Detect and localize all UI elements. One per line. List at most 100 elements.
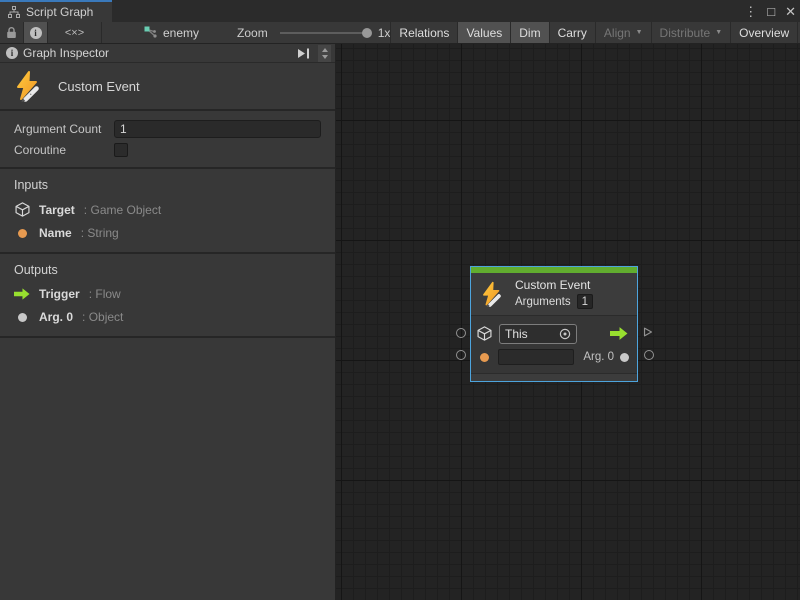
arguments-value: 1	[577, 294, 593, 309]
toolbar-left-group: i <×>	[0, 22, 102, 43]
port-name: Target	[39, 203, 75, 217]
zoom-label: Zoom	[237, 26, 268, 40]
coroutine-checkbox[interactable]	[114, 143, 128, 157]
align-button[interactable]: Align ▼	[595, 22, 651, 43]
node-title: Custom Event	[515, 278, 593, 292]
port-name: Name	[39, 226, 72, 240]
title-bar: Script Graph ⋮ □ ✕	[0, 0, 800, 22]
port-type: : Game Object	[84, 203, 161, 217]
hierarchy-icon	[8, 6, 20, 18]
tab-script-graph[interactable]: Script Graph	[0, 0, 112, 22]
argument-count-input[interactable]	[114, 120, 321, 138]
string-dot-icon[interactable]	[480, 353, 489, 362]
object-dot-icon	[14, 313, 30, 322]
arg0-label: Arg. 0	[583, 351, 614, 363]
info-icon: i	[30, 27, 42, 39]
colon: :	[84, 203, 87, 217]
lock-button[interactable]	[0, 22, 24, 43]
object-dot-icon[interactable]	[620, 353, 629, 362]
outputs-title: Outputs	[14, 263, 321, 277]
lock-icon	[6, 26, 17, 39]
graph-inspector-panel: i Graph Inspector	[0, 44, 336, 600]
coroutine-row: Coroutine	[14, 143, 321, 157]
colon: :	[89, 287, 92, 301]
chevron-down-icon: ▼	[715, 29, 722, 36]
inputs-title: Inputs	[14, 178, 321, 192]
port-name: Trigger	[39, 287, 80, 301]
port-row-name: Name : String	[14, 226, 321, 240]
node-arguments-row: Arguments 1	[515, 294, 593, 309]
zoom-value: 1x	[378, 26, 391, 40]
graph-breadcrumb[interactable]: enemy	[144, 26, 199, 40]
toolbar-middle: enemy Zoom 1x	[102, 22, 390, 43]
event-name-input[interactable]	[498, 349, 574, 365]
edit-code-button[interactable]: <×>	[48, 22, 102, 43]
align-label: Align	[604, 26, 631, 40]
relations-label: Relations	[399, 26, 449, 40]
relations-button[interactable]: Relations	[390, 22, 457, 43]
cube-icon	[14, 202, 30, 217]
outputs-section: Outputs Trigger : Flow Arg. 0 : Object	[0, 254, 335, 338]
scroll-up-icon[interactable]	[322, 48, 328, 52]
output-port-trigger[interactable]	[643, 327, 653, 337]
target-value: This	[505, 327, 555, 341]
unit-title: Custom Event	[58, 79, 140, 94]
custom-event-icon	[479, 280, 505, 308]
carry-button[interactable]: Carry	[549, 22, 595, 43]
inspector-header: i Graph Inspector	[0, 44, 335, 63]
zoom-slider-handle[interactable]	[362, 28, 372, 38]
scroll-stepper[interactable]	[318, 45, 331, 62]
port-row-arg0: Arg. 0 : Object	[14, 310, 321, 324]
flow-arrow-icon	[14, 288, 30, 300]
arguments-label: Arguments	[515, 296, 571, 308]
node-ports: This Arg. 0	[471, 315, 637, 373]
inspector-toggle-button[interactable]: i	[24, 22, 48, 43]
kebab-menu-icon[interactable]: ⋮	[744, 5, 757, 18]
maximize-icon[interactable]: □	[767, 5, 775, 18]
colon: :	[82, 310, 85, 324]
output-port-arg0[interactable]	[644, 350, 654, 360]
port-type: : String	[81, 226, 119, 240]
chevron-down-icon: ▼	[636, 29, 643, 36]
info-icon: i	[6, 47, 18, 59]
input-port-target[interactable]	[456, 328, 466, 338]
window-controls: ⋮ □ ✕	[744, 0, 796, 22]
graph-canvas[interactable]: Custom Event Arguments 1 This	[336, 44, 800, 600]
scroll-down-icon[interactable]	[322, 55, 328, 59]
custom-event-icon	[12, 70, 44, 102]
target-object-dropdown[interactable]: This	[499, 324, 577, 344]
toolbar-right-group: Relations Values Dim Carry Align ▼ Distr…	[390, 22, 800, 43]
values-button[interactable]: Values	[457, 22, 510, 43]
custom-event-node[interactable]: Custom Event Arguments 1 This	[470, 266, 638, 382]
node-header[interactable]: Custom Event Arguments 1	[471, 273, 637, 315]
port-row-trigger: Trigger : Flow	[14, 287, 321, 301]
zoom-control: Zoom 1x	[237, 26, 390, 40]
port-name: Arg. 0	[39, 310, 73, 324]
dim-button[interactable]: Dim	[510, 22, 548, 43]
port-type-text: Flow	[95, 287, 120, 301]
argument-count-label: Argument Count	[14, 122, 114, 136]
port-type: : Flow	[89, 287, 121, 301]
distribute-button[interactable]: Distribute ▼	[651, 22, 731, 43]
graph-name: enemy	[163, 26, 199, 40]
inputs-section: Inputs Target : Game Object Name : Strin…	[0, 169, 335, 254]
input-port-name[interactable]	[456, 350, 466, 360]
close-icon[interactable]: ✕	[785, 5, 796, 18]
graph-icon	[144, 26, 158, 39]
node-row-arg: Arg. 0	[477, 348, 630, 366]
argument-count-row: Argument Count	[14, 120, 321, 138]
toolbar: i <×> enemy Zoom 1x Relations	[0, 22, 800, 44]
dim-label: Dim	[519, 26, 540, 40]
values-label: Values	[466, 26, 502, 40]
dock-panel-icon[interactable]	[297, 48, 310, 59]
overview-button[interactable]: Overview	[730, 22, 797, 43]
node-footer	[471, 373, 637, 381]
coroutine-label: Coroutine	[14, 143, 114, 157]
port-type-text: Game Object	[90, 203, 161, 217]
cube-icon	[477, 326, 492, 341]
object-picker-icon[interactable]	[559, 328, 571, 340]
flow-arrow-icon[interactable]	[610, 327, 628, 340]
zoom-slider[interactable]	[280, 32, 368, 34]
node-header-text: Custom Event Arguments 1	[515, 278, 593, 309]
colon: :	[81, 226, 84, 240]
